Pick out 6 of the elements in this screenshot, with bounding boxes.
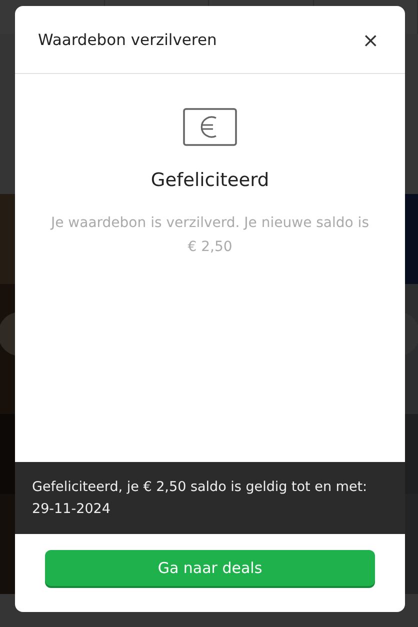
close-button[interactable]: ×	[358, 28, 383, 52]
success-heading: Gefeliciteerd	[150, 170, 270, 191]
validity-banner: Gefeliciteerd, je € 2,50 saldo is geldig tot en met: 29-11-2024	[15, 462, 405, 534]
euro-note-icon	[183, 108, 237, 146]
dialog-title: Waardebon verzilveren	[38, 30, 217, 48]
balance-message: Je waardebon is verzilverd. Je nieuwe saldo is € 2,50	[49, 214, 370, 257]
